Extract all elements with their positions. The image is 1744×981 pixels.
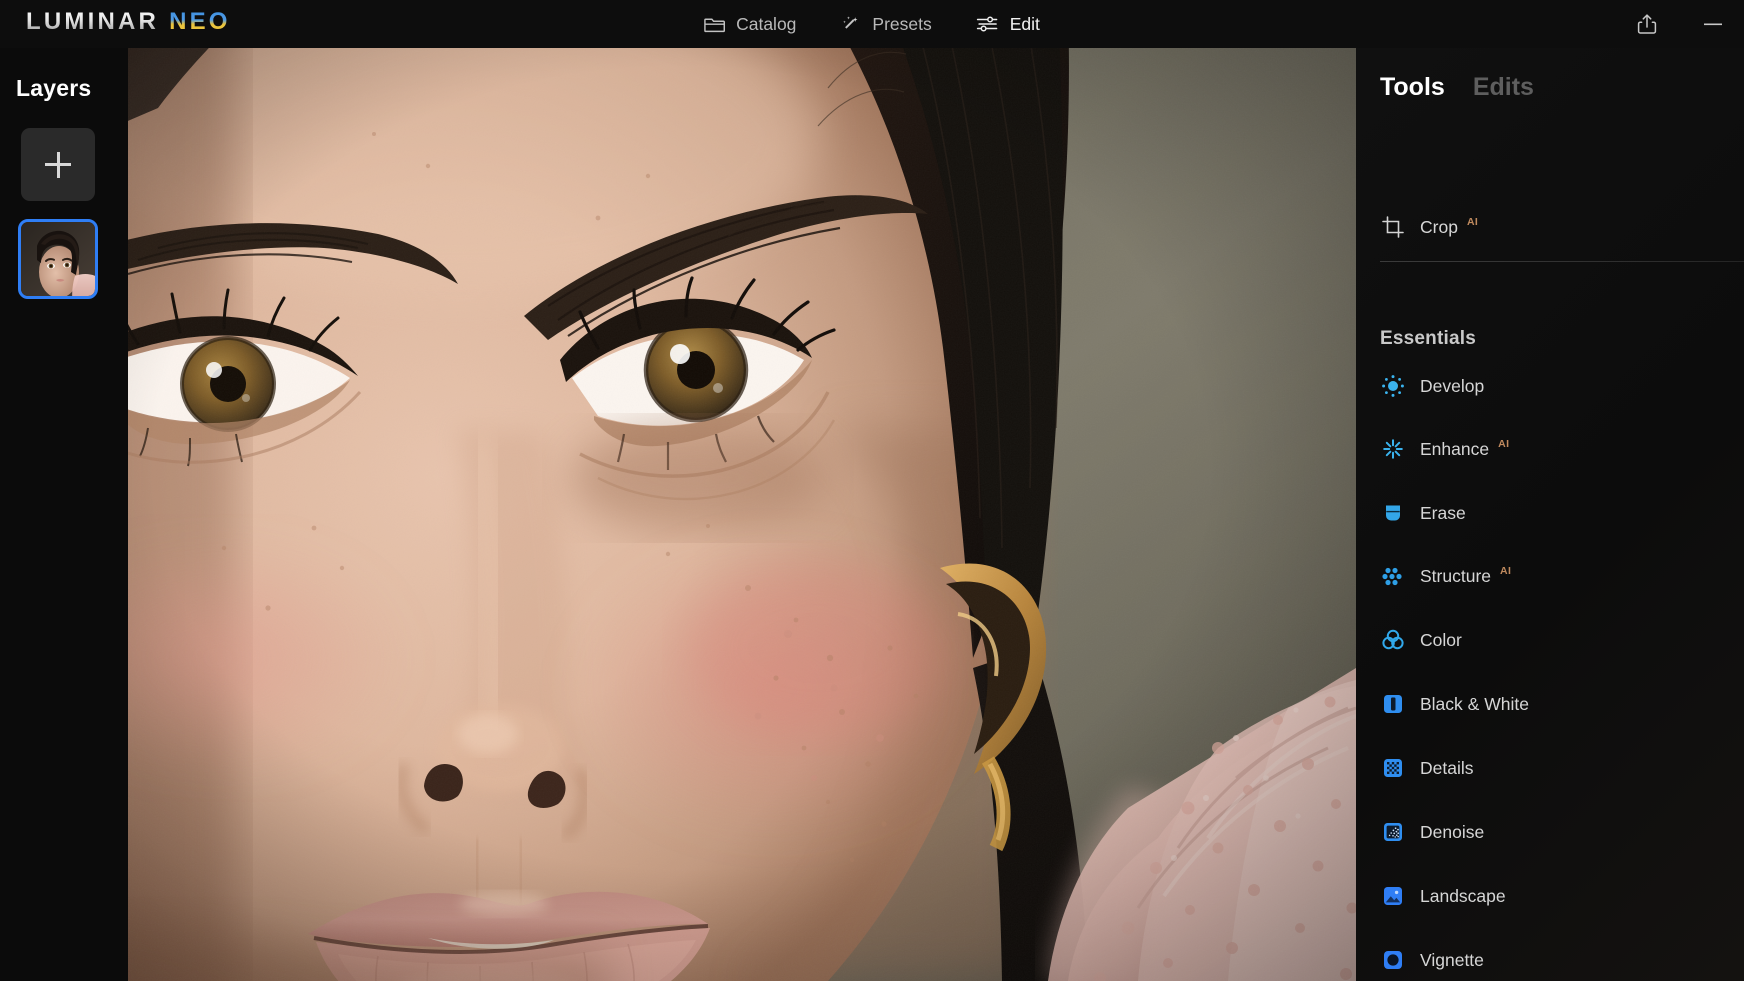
nav-tab-edit-label: Edit: [1009, 13, 1040, 34]
tool-erase[interactable]: Erase: [1356, 491, 1744, 535]
eraser-icon: [1378, 498, 1408, 528]
tool-structure[interactable]: Structure AI: [1356, 554, 1744, 598]
tool-color[interactable]: Color: [1356, 618, 1744, 662]
tool-black-and-white-label: Black & White: [1420, 693, 1529, 714]
main-nav: Catalog Presets Edit: [704, 0, 1040, 48]
tool-denoise-label: Denoise: [1420, 821, 1485, 842]
tools-panel: Tools Edits Crop AI Essentials Develop E…: [1356, 48, 1744, 981]
image-canvas[interactable]: [128, 48, 1356, 981]
photo-square-icon: [1378, 881, 1408, 911]
share-icon[interactable]: [1634, 11, 1660, 37]
folder-icon: [704, 15, 726, 33]
starburst-icon: [1378, 434, 1408, 464]
crop-icon: [1378, 212, 1408, 242]
add-layer-button[interactable]: [21, 128, 95, 201]
tool-enhance-label: Enhance: [1420, 438, 1490, 459]
app-logo: LUMINAR NEO: [26, 8, 231, 36]
window-controls: [1634, 0, 1726, 48]
plus-icon: [45, 151, 71, 178]
checker-square-icon: [1378, 753, 1408, 783]
canvas-photo: [128, 48, 1356, 981]
tool-black-and-white[interactable]: Black & White: [1356, 682, 1744, 726]
panel-tabs: Tools Edits: [1380, 73, 1534, 102]
tool-landscape-label: Landscape: [1420, 885, 1506, 906]
dot-grid-icon: [1378, 561, 1408, 591]
split-square-icon: [1378, 689, 1408, 719]
tool-landscape[interactable]: Landscape: [1356, 874, 1744, 918]
tool-structure-label: Structure: [1420, 565, 1491, 586]
tool-develop[interactable]: Develop: [1356, 364, 1744, 408]
venn-circles-icon: [1378, 625, 1408, 655]
tool-enhance-ai-badge: AI: [1498, 438, 1510, 450]
tool-develop-label: Develop: [1420, 375, 1485, 396]
section-title-essentials: Essentials: [1380, 328, 1476, 349]
tab-edits[interactable]: Edits: [1473, 73, 1534, 102]
nav-tab-edit[interactable]: Edit: [976, 0, 1040, 48]
top-bar: LUMINAR NEO Catalog Presets Edit: [0, 0, 1744, 48]
panel-divider: [1380, 261, 1744, 262]
layer-item-portrait[interactable]: [18, 219, 98, 299]
luminar-neo-window: LUMINAR NEO Catalog Presets Edit Layers …: [0, 0, 1744, 981]
nav-tab-presets[interactable]: Presets: [840, 0, 932, 48]
tool-color-label: Color: [1420, 629, 1462, 650]
vignette-icon: [1378, 945, 1408, 975]
sliders-icon: [976, 15, 999, 33]
tool-crop[interactable]: Crop AI: [1356, 205, 1744, 249]
layer-thumbnail-image: [21, 222, 95, 296]
tab-tools[interactable]: Tools: [1380, 73, 1445, 102]
layers-panel: Layers: [0, 48, 128, 981]
nav-tab-catalog[interactable]: Catalog: [704, 0, 796, 48]
tool-crop-label: Crop: [1420, 216, 1458, 237]
layers-panel-title: Layers: [16, 75, 92, 101]
tool-structure-ai-badge: AI: [1500, 565, 1512, 577]
tool-erase-label: Erase: [1420, 502, 1466, 523]
tool-vignette-label: Vignette: [1420, 949, 1484, 970]
tool-details-label: Details: [1420, 757, 1474, 778]
sparkle-wand-icon: [840, 14, 861, 35]
noise-square-icon: [1378, 817, 1408, 847]
tool-denoise[interactable]: Denoise: [1356, 810, 1744, 854]
minimize-icon[interactable]: [1700, 11, 1726, 37]
layer-thumbnail: [21, 222, 95, 296]
tool-details[interactable]: Details: [1356, 746, 1744, 790]
nav-tab-catalog-label: Catalog: [736, 13, 797, 34]
tool-vignette[interactable]: Vignette: [1356, 938, 1744, 981]
tool-crop-ai-badge: AI: [1466, 216, 1479, 228]
brand-secondary-text: NEO: [169, 8, 231, 35]
sun-rays-icon: [1378, 371, 1408, 401]
tool-enhance[interactable]: Enhance AI: [1356, 427, 1744, 471]
nav-tab-presets-label: Presets: [872, 13, 932, 34]
brand-primary-text: LUMINAR: [26, 8, 160, 35]
